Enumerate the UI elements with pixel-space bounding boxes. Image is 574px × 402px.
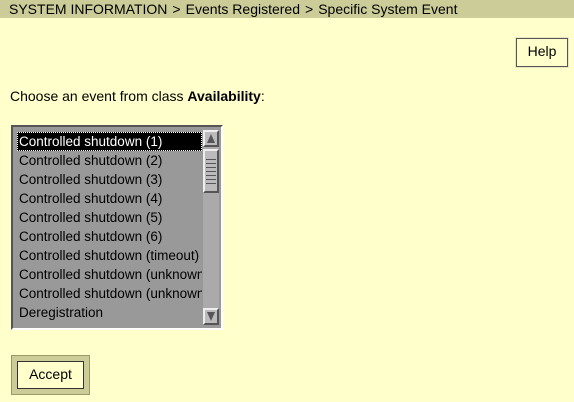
list-item[interactable]: Controlled shutdown (timeout) [17,246,202,265]
event-class-prompt: Choose an event from class Availability: [10,88,265,104]
thumb-grip-line [206,175,216,176]
event-class-name: Availability [187,88,261,104]
list-item[interactable]: Controlled shutdown (6) [17,227,202,246]
thumb-grip-line [206,171,216,172]
event-listbox[interactable]: Controlled shutdown (1) Controlled shutdo… [11,125,223,330]
scroll-down-button[interactable] [203,308,219,325]
breadcrumb-separator: > [305,1,314,17]
thumb-grip-line [206,183,216,184]
scroll-thumb[interactable] [203,149,219,193]
list-item[interactable]: Controlled shutdown (unknown) [17,265,202,284]
event-list-items: Controlled shutdown (1) Controlled shutdo… [17,132,202,324]
list-item[interactable]: Controlled shutdown (4) [17,189,202,208]
list-item[interactable]: Controlled shutdown (5) [17,208,202,227]
breadcrumb-separator: > [172,1,181,17]
list-item[interactable]: Controlled shutdown (2) [17,151,202,170]
scroll-up-button[interactable] [203,130,219,147]
arrow-up-icon [207,134,215,143]
thumb-grip-line [206,163,216,164]
list-item[interactable]: Deregistration [17,303,202,322]
prompt-suffix: : [260,88,265,104]
breadcrumb-item-events-registered[interactable]: Events Registered [186,1,300,17]
list-item[interactable]: Controlled shutdown (unknown) [17,284,202,303]
arrow-down-icon [207,312,215,321]
breadcrumb-item-system-information[interactable]: SYSTEM INFORMATION [0,1,167,17]
list-item[interactable]: Controlled shutdown (3) [17,170,202,189]
accept-button[interactable]: Accept [17,361,84,389]
thumb-grip-line [206,159,216,160]
thumb-grip-line [206,179,216,180]
accept-button-frame: Accept [11,355,90,395]
breadcrumb: SYSTEM INFORMATION > Events Registered > Spe… [0,0,574,18]
event-list-scrollbar[interactable] [203,130,219,325]
help-button[interactable]: Help [515,37,569,68]
prompt-prefix: Choose an event from class [10,88,188,104]
breadcrumb-item-specific-system-event: Specific System Event [318,1,458,17]
list-item[interactable]: Controlled shutdown (1) [17,132,202,151]
thumb-grip-line [206,167,216,168]
